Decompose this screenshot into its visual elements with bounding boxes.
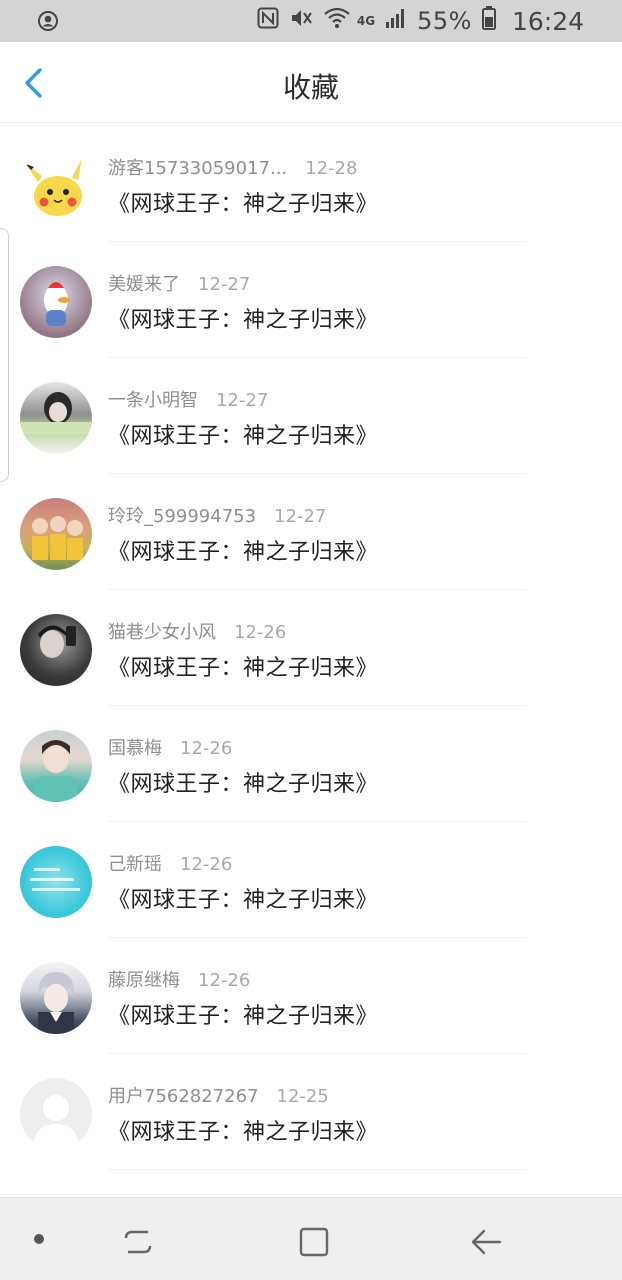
photo-avatar-icon xyxy=(30,868,80,891)
username: 玲玲_599994753 xyxy=(108,506,257,527)
battery-icon xyxy=(481,6,496,36)
avatar[interactable] xyxy=(20,846,92,918)
date: 12-28 xyxy=(305,158,358,179)
status-bar: 4G 55% 16:24 xyxy=(0,0,622,42)
item-meta: 藤原继梅 12-26 xyxy=(108,966,250,992)
username: 藤原继梅 xyxy=(108,970,180,991)
dot-icon[interactable] xyxy=(34,1234,44,1244)
avatar[interactable] xyxy=(20,498,92,570)
work-title: 《网球王子：神之子归来》 xyxy=(108,1004,379,1029)
divider xyxy=(108,1169,526,1170)
back-nav-button[interactable] xyxy=(466,1222,506,1262)
item-meta: 一条小明智 12-27 xyxy=(108,386,268,412)
list-item[interactable]: 用户7562827267 12-25 《网球王子：神之子归来》 xyxy=(0,1054,622,1170)
avatar[interactable] xyxy=(20,150,92,222)
item-meta: 玲玲_599994753 12-27 xyxy=(108,502,326,528)
list-item[interactable]: 国慕梅 12-26 《网球王子：神之子归来》 xyxy=(0,706,622,822)
work-title: 《网球王子：神之子归来》 xyxy=(108,772,379,797)
work-title: 《网球王子：神之子归来》 xyxy=(108,1120,379,1145)
list-item[interactable]: 一条小明智 12-27 《网球王子：神之子归来》 xyxy=(0,358,622,474)
recent-apps-icon xyxy=(124,1230,152,1254)
item-meta: 用户7562827267 12-25 xyxy=(108,1082,329,1108)
username: 美媛来了 xyxy=(108,274,180,295)
work-title: 《网球王子：神之子归来》 xyxy=(108,888,379,913)
list-item[interactable]: 猫巷少女小风 12-26 《网球王子：神之子归来》 xyxy=(0,590,622,706)
avatar[interactable] xyxy=(20,962,92,1034)
status-icons: 4G 55% 16:24 xyxy=(257,6,584,36)
signal-icon xyxy=(385,7,407,35)
photo-avatar-icon xyxy=(32,516,83,560)
date: 12-26 xyxy=(198,970,251,991)
favorites-list: 游客15733059017... 12-28 《网球王子：神之子归来》 美媛来了 1… xyxy=(0,126,622,1170)
list-item[interactable]: 己新瑶 12-26 《网球王子：神之子归来》 xyxy=(0,822,622,938)
work-title: 《网球王子：神之子归来》 xyxy=(108,424,379,449)
default-avatar-icon xyxy=(32,1095,80,1150)
clock: 16:24 xyxy=(511,6,584,36)
list-item[interactable]: 藤原继梅 12-26 《网球王子：神之子归来》 xyxy=(0,938,622,1054)
avatar[interactable] xyxy=(20,266,92,338)
avatar[interactable] xyxy=(20,730,92,802)
network-type-label: 4G xyxy=(356,14,376,28)
navigation-bar xyxy=(0,1197,622,1280)
photo-avatar-icon xyxy=(20,392,92,434)
work-title: 《网球王子：神之子归来》 xyxy=(108,656,379,681)
home-icon xyxy=(299,1227,329,1257)
date: 12-26 xyxy=(234,622,287,643)
avatar[interactable] xyxy=(20,1078,92,1150)
nfc-icon xyxy=(257,7,279,35)
avatar[interactable] xyxy=(20,382,92,454)
list-item[interactable]: 玲玲_599994753 12-27 《网球王子：神之子归来》 xyxy=(0,474,622,590)
list-item[interactable]: 游客15733059017... 12-28 《网球王子：神之子归来》 xyxy=(0,126,622,242)
wifi-icon xyxy=(323,7,351,35)
list-item[interactable]: 美媛来了 12-27 《网球王子：神之子归来》 xyxy=(0,242,622,358)
username: 游客15733059017... xyxy=(108,158,288,179)
anime-avatar-icon xyxy=(38,972,75,1034)
item-meta: 游客15733059017... 12-28 xyxy=(108,154,357,180)
date: 12-26 xyxy=(180,854,233,875)
item-meta: 国慕梅 12-26 xyxy=(108,734,232,760)
date: 12-27 xyxy=(198,274,251,295)
photo-avatar-icon xyxy=(34,740,78,802)
header: 收藏 xyxy=(0,42,622,123)
recent-apps-button[interactable] xyxy=(118,1222,158,1262)
work-title: 《网球王子：神之子归来》 xyxy=(108,540,379,565)
avatar[interactable] xyxy=(20,614,92,686)
photo-avatar-icon xyxy=(44,282,70,326)
photo-avatar-icon xyxy=(38,625,76,658)
home-button[interactable] xyxy=(294,1222,334,1262)
account-circle-icon xyxy=(36,9,60,33)
date: 12-25 xyxy=(276,1086,329,1107)
work-title: 《网球王子：神之子归来》 xyxy=(108,192,379,217)
page-title: 收藏 xyxy=(282,71,339,104)
battery-percent: 55% xyxy=(417,7,472,35)
username: 用户7562827267 xyxy=(108,1086,259,1107)
work-title: 《网球王子：神之子归来》 xyxy=(108,308,379,333)
date: 12-27 xyxy=(216,390,269,411)
date: 12-27 xyxy=(274,506,327,527)
username: 己新瑶 xyxy=(108,854,162,875)
pikachu-avatar-icon xyxy=(26,158,82,216)
username: 猫巷少女小风 xyxy=(108,622,216,643)
username: 国慕梅 xyxy=(108,738,162,759)
item-meta: 猫巷少女小风 12-26 xyxy=(108,618,286,644)
mute-icon xyxy=(289,7,313,35)
back-icon xyxy=(471,1229,502,1255)
username: 一条小明智 xyxy=(108,390,198,411)
item-meta: 美媛来了 12-27 xyxy=(108,270,250,296)
date: 12-26 xyxy=(180,738,233,759)
item-meta: 己新瑶 12-26 xyxy=(108,850,232,876)
